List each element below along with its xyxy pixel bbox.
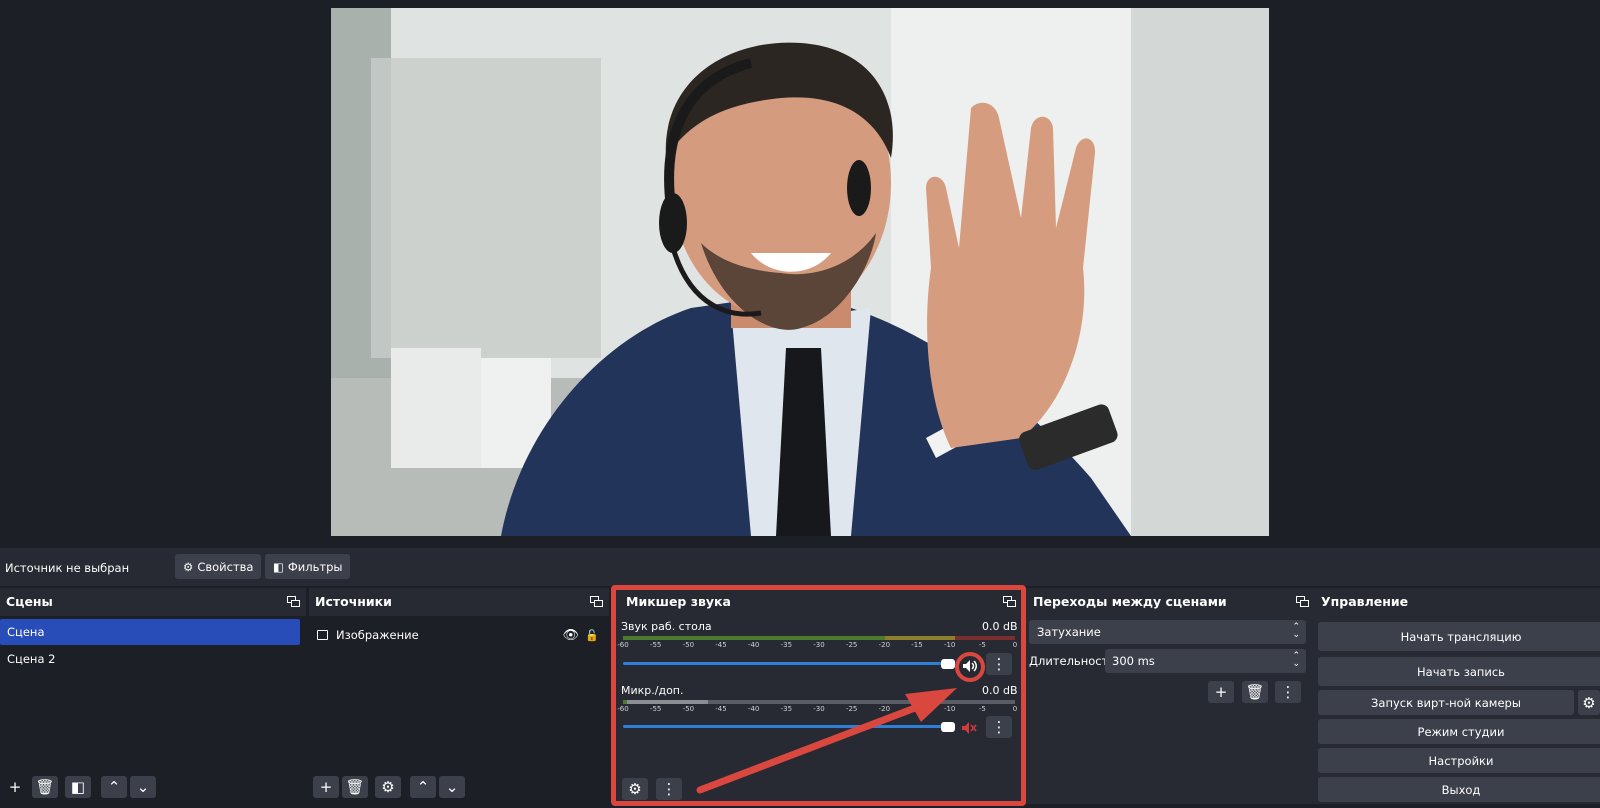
preview-area [0,0,1600,541]
no-source-label: Источник не выбран [5,561,130,575]
source-item[interactable]: Изображение 👁 🔓 [317,626,601,644]
add-scene-button[interactable]: + [2,776,28,798]
exit-button[interactable]: Выход [1318,777,1600,802]
annotation-circle [955,652,985,682]
start-streaming-button[interactable]: Начать трансляцию [1318,622,1600,651]
duration-input[interactable]: 300 ms ⌃ ⌄ [1105,649,1306,673]
transition-value: Затухание [1037,625,1101,639]
eye-icon[interactable]: 👁 [562,628,579,643]
transitions-title: Переходы между сценами [1033,594,1227,609]
transitions-dock: Переходы между сценами Затухание ⌃ ⌄ Длит… [1025,588,1315,804]
scene-item[interactable]: Сцена 2 [0,646,300,672]
preview-image[interactable] [331,8,1269,536]
scene-filters-button[interactable]: ◧ [65,776,91,798]
virtual-camera-settings-button[interactable]: ⚙ [1578,690,1600,715]
spin-icon: ⌃ ⌄ [1292,651,1300,669]
source-up-button[interactable]: ⌃ [410,776,436,798]
source-toolbar: Источник не выбран ⚙ Свойства ◧ Фильтры [0,548,1600,586]
settings-button[interactable]: Настройки [1318,748,1600,773]
remove-transition-button[interactable]: 🗑 [1242,681,1268,703]
updown-icon: ⌃ ⌄ [1292,622,1300,640]
image-icon [317,630,328,640]
sources-title: Источники [315,594,392,609]
properties-label: Свойства [197,559,254,574]
unlock-icon[interactable]: 🔓 [585,629,599,642]
filters-label: Фильтры [287,559,343,574]
filters-button[interactable]: ◧ Фильтры [265,554,351,579]
scene-item[interactable]: Сцена [0,619,300,645]
add-source-button[interactable]: + [313,776,339,798]
sources-dock: Источники Изображение 👁 🔓 + 🗑 ⚙ ⌃ ⌄ [309,588,609,804]
preview-photo [331,8,1269,536]
scenes-list: Сцена Сцена 2 + 🗑 ◧ ⌃ ⌄ [0,616,306,804]
undock-icon[interactable] [590,596,603,607]
sources-list: Изображение 👁 🔓 + 🗑 ⚙ ⌃ ⌄ [309,616,609,804]
scenes-dock: Сцены Сцена Сцена 2 + 🗑 ◧ ⌃ ⌄ [0,588,306,804]
scenes-title: Сцены [6,594,53,609]
properties-button[interactable]: ⚙ Свойства [175,554,262,579]
annotation-highlight-box [611,585,1026,806]
studio-mode-button[interactable]: Режим студии [1318,719,1600,744]
transition-select[interactable]: Затухание ⌃ ⌄ [1029,620,1306,644]
controls-title: Управление [1321,594,1409,609]
add-transition-button[interactable]: + [1208,681,1234,703]
move-up-button[interactable]: ⌃ [101,776,127,798]
gear-icon: ⚙ [183,559,194,574]
undock-icon[interactable] [1296,596,1309,607]
remove-scene-button[interactable]: 🗑 [32,776,58,798]
undock-icon[interactable] [287,596,300,607]
source-label: Изображение [336,628,419,642]
duration-label: Длительность [1029,654,1116,668]
start-virtual-camera-button[interactable]: Запуск вирт-ной камеры [1318,690,1574,715]
transition-menu-button[interactable]: ⋮ [1275,681,1301,703]
start-recording-button[interactable]: Начать запись [1318,657,1600,686]
remove-source-button[interactable]: 🗑 [342,776,368,798]
duration-value: 300 ms [1112,654,1155,668]
source-down-button[interactable]: ⌄ [439,776,465,798]
source-properties-button[interactable]: ⚙ [375,776,401,798]
move-down-button[interactable]: ⌄ [130,776,156,798]
filter-icon: ◧ [273,559,284,574]
